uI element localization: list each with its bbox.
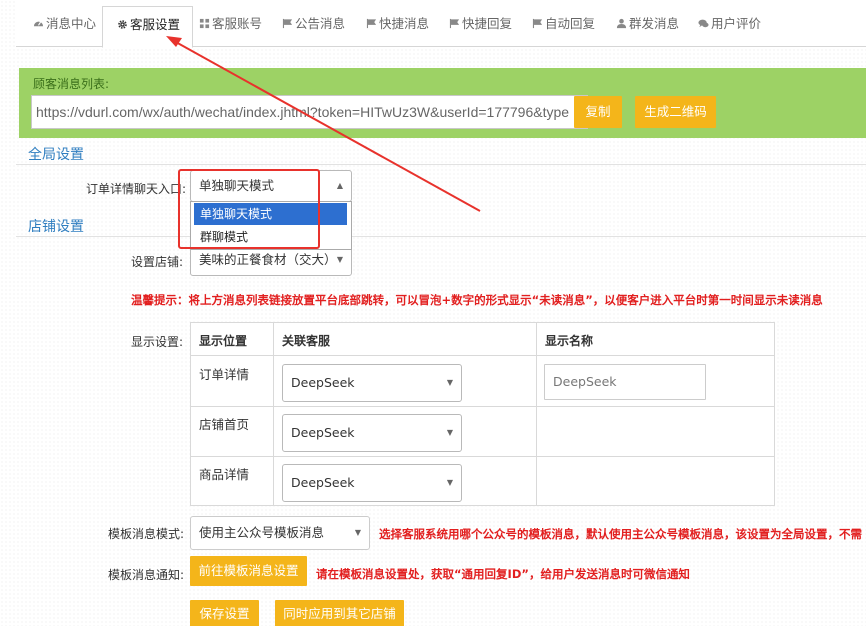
tab-user-reviews[interactable]: 用户评价 <box>698 6 761 42</box>
message-list-label: 顾客消息列表: <box>33 77 110 91</box>
apply-to-other-stores-button[interactable]: 同时应用到其它店铺 <box>275 600 404 626</box>
copy-button[interactable]: 复制 <box>574 96 622 128</box>
chevron-down-icon: ▼ <box>354 528 361 537</box>
display-settings-table: 显示位置 关联客服 显示名称 订单详情 DeepSeek ▼ DeepSeek … <box>190 322 775 506</box>
shop-settings-title: 店铺设置 <box>28 219 84 235</box>
table-col-divider <box>273 323 274 505</box>
template-mode-tip: 选择客服系统用哪个公众号的模板消息，默认使用主公众号模板消息，该设置为全局设置，… <box>379 527 862 541</box>
agent-select-value: DeepSeek <box>291 375 355 390</box>
set-store-label: 设置店铺: <box>131 255 184 269</box>
tab-bar: 消息中心 客服设置 客服账号 公告消息 快捷消息 快捷回复 自动回复 群发消息 … <box>16 0 866 48</box>
row-position-store-home: 店铺首页 <box>199 417 250 432</box>
template-notice-label: 模板消息通知: <box>108 568 185 582</box>
table-row-divider <box>191 355 774 356</box>
agent-select-store-home[interactable]: DeepSeek ▼ <box>282 414 462 452</box>
customer-message-list-panel: 顾客消息列表: https://vdurl.com/wx/auth/wechat… <box>19 68 866 138</box>
global-settings-title: 全局设置 <box>28 147 84 163</box>
flag-icon <box>449 18 460 29</box>
tab-label: 群发消息 <box>629 16 680 31</box>
flag-icon <box>366 18 377 29</box>
tab-message-center[interactable]: 消息中心 <box>33 6 96 42</box>
tab-label: 自动回复 <box>545 16 596 31</box>
tab-label: 客服账号 <box>212 16 263 31</box>
comments-icon <box>698 19 709 28</box>
table-header-position: 显示位置 <box>199 334 248 348</box>
agent-select-value: DeepSeek <box>291 475 355 490</box>
tab-label: 客服设置 <box>130 17 181 32</box>
table-col-divider <box>536 323 537 505</box>
template-mode-value: 使用主公众号模板消息 <box>199 525 325 540</box>
display-settings-label: 显示设置: <box>131 335 184 349</box>
agent-select-order-details[interactable]: DeepSeek ▼ <box>282 364 462 402</box>
agent-select-product-details[interactable]: DeepSeek ▼ <box>282 464 462 502</box>
row-position-order-details: 订单详情 <box>199 367 250 382</box>
tab-announcements[interactable]: 公告消息 <box>282 6 345 42</box>
template-notice-tip: 请在模板消息设置处，获取“通用回复ID”，给用户发送消息时可微信通知 <box>316 567 690 581</box>
flag-icon <box>532 18 543 29</box>
tab-auto-reply[interactable]: 自动回复 <box>532 6 595 42</box>
tab-label: 公告消息 <box>295 16 346 31</box>
chevron-down-icon: ▼ <box>446 378 453 387</box>
divider <box>16 236 866 237</box>
chevron-up-icon: ▲ <box>336 181 343 190</box>
chat-entry-label: 订单详情聊天入口: <box>86 182 187 196</box>
tab-label: 消息中心 <box>46 16 97 31</box>
template-settings-button[interactable]: 前往模板消息设置 <box>190 556 307 586</box>
template-mode-label: 模板消息模式: <box>108 527 185 541</box>
row-position-product-details: 商品详情 <box>199 467 250 482</box>
display-name-input[interactable]: DeepSeek <box>544 364 706 400</box>
chevron-down-icon: ▼ <box>446 428 453 437</box>
table-row-divider <box>191 456 774 457</box>
tab-label: 快捷消息 <box>379 16 430 31</box>
dashboard-icon <box>33 21 44 27</box>
highlight-box <box>178 169 320 249</box>
agent-select-value: DeepSeek <box>291 425 355 440</box>
template-mode-select[interactable]: 使用主公众号模板消息 ▼ <box>190 516 370 550</box>
tab-quick-replies[interactable]: 快捷回复 <box>449 6 512 42</box>
gear-icon <box>118 20 127 29</box>
tab-mass-messages[interactable]: 群发消息 <box>616 6 679 42</box>
chevron-down-icon: ▼ <box>446 478 453 487</box>
tab-quick-messages[interactable]: 快捷消息 <box>366 6 429 42</box>
table-row-divider <box>191 406 774 407</box>
tab-customer-service-settings[interactable]: 客服设置 <box>102 6 193 48</box>
table-header-display-name: 显示名称 <box>545 334 594 348</box>
generate-qr-button[interactable]: 生成二维码 <box>635 96 716 128</box>
save-settings-button[interactable]: 保存设置 <box>190 600 259 626</box>
divider <box>16 164 866 165</box>
flag-icon <box>282 18 293 29</box>
user-icon <box>616 18 627 29</box>
message-list-url-input[interactable]: https://vdurl.com/wx/auth/wechat/index.j… <box>31 95 588 129</box>
tab-label: 用户评价 <box>711 16 762 31</box>
tab-label: 快捷回复 <box>462 16 513 31</box>
store-select-value: 美味的正餐食材（交大） <box>199 252 337 267</box>
tab-customer-service-accounts[interactable]: 客服账号 <box>199 6 262 42</box>
table-header-agent: 关联客服 <box>282 334 331 348</box>
grid-icon <box>199 18 210 29</box>
warm-tip-text: 温馨提示：将上方消息列表链接放置平台底部跳转，可以冒泡+数字的形式显示“未读消息… <box>131 293 823 307</box>
